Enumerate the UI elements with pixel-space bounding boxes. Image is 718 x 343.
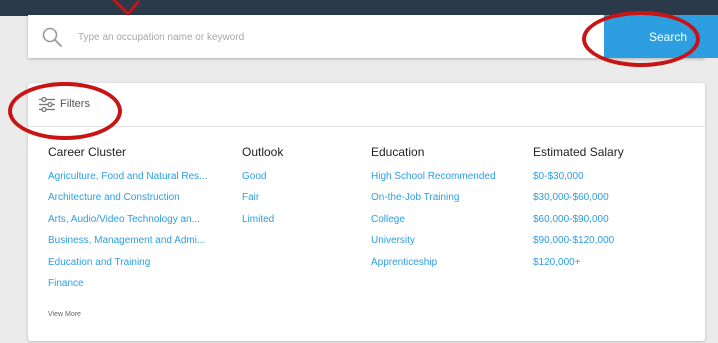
search-bar: Search [28, 15, 718, 60]
education-title: Education [371, 145, 425, 159]
education-item[interactable]: Apprenticeship [371, 257, 496, 278]
outlook-title: Outlook [242, 145, 284, 159]
career-cluster-item[interactable]: Finance [48, 278, 208, 299]
outlook-item[interactable]: Fair [242, 192, 283, 213]
salary-item[interactable]: $90,000-$120,000 [533, 235, 624, 256]
salary-item[interactable]: $0-$30,000 [533, 171, 624, 192]
education-item[interactable]: University [371, 235, 496, 256]
career-cluster-item[interactable]: Business, Management and Admi... [48, 235, 208, 256]
career-cluster-column: Career Cluster Agriculture, Food and Nat… [48, 145, 208, 299]
education-item[interactable]: College [371, 214, 496, 235]
career-cluster-item[interactable]: Agriculture, Food and Natural Res... [48, 171, 208, 192]
salary-item[interactable]: $60,000-$90,000 [533, 214, 624, 235]
filters-label: Filters [60, 98, 90, 110]
outlook-column: Outlook Good Fair Limited [242, 145, 283, 235]
filters-panel: Filters Career Cluster Agriculture, Food… [28, 83, 705, 341]
estimated-salary-column: Estimated Salary $0-$30,000 $30,000-$60,… [533, 145, 624, 278]
outlook-item[interactable]: Limited [242, 214, 283, 235]
outlook-item[interactable]: Good [242, 171, 283, 192]
search-button[interactable]: Search [604, 15, 718, 58]
education-column: Education High School Recommended On-the… [371, 145, 496, 278]
career-cluster-title: Career Cluster [48, 145, 127, 159]
career-cluster-item[interactable]: Education and Training [48, 257, 208, 278]
sliders-icon [39, 97, 55, 112]
estimated-salary-title: Estimated Salary [533, 145, 624, 159]
search-input[interactable] [76, 15, 600, 60]
career-cluster-item[interactable]: Architecture and Construction [48, 192, 208, 213]
salary-item[interactable]: $30,000-$60,000 [533, 192, 624, 213]
search-icon [42, 27, 62, 47]
salary-item[interactable]: $120,000+ [533, 257, 624, 278]
education-item[interactable]: High School Recommended [371, 171, 496, 192]
view-more-link[interactable]: View More [48, 311, 81, 318]
education-item[interactable]: On-the-Job Training [371, 192, 496, 213]
career-cluster-item[interactable]: Arts, Audio/Video Technology an... [48, 214, 208, 235]
filters-header[interactable]: Filters [28, 83, 705, 127]
